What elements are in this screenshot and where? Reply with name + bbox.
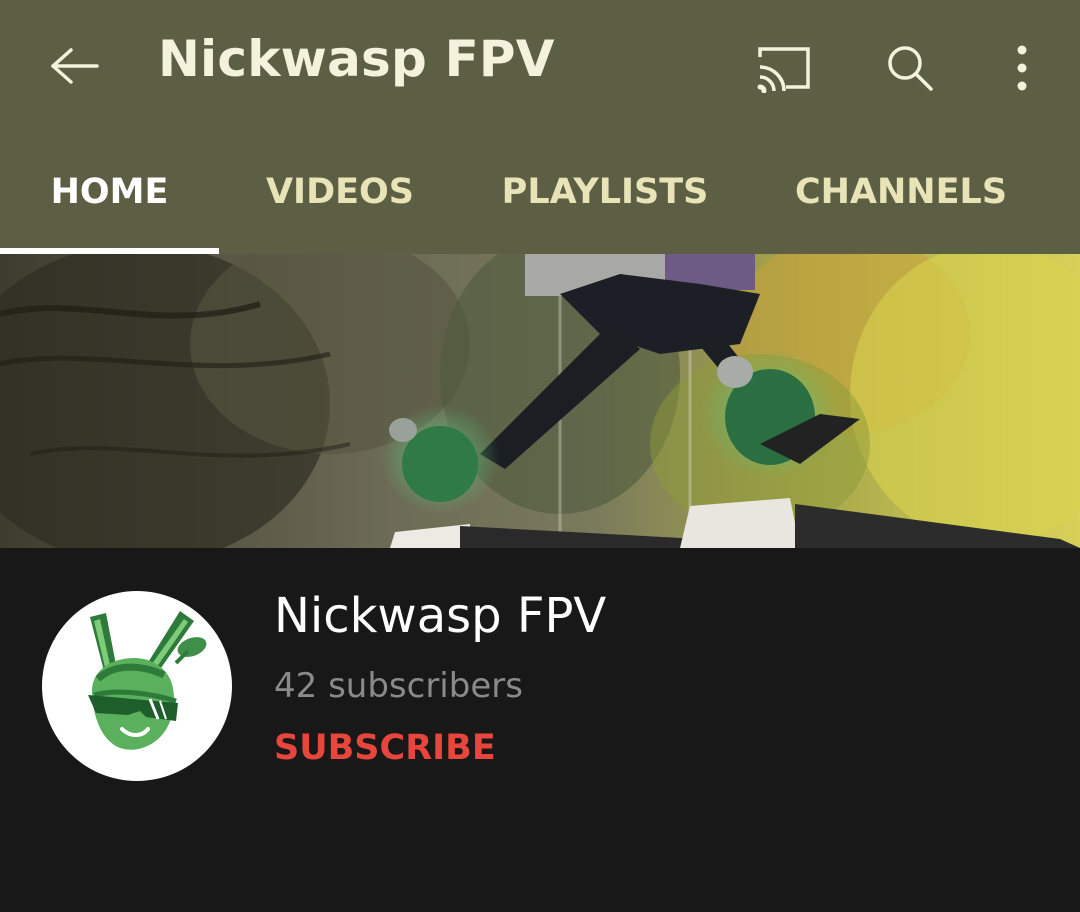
channel-name: Nickwasp FPV [274, 588, 607, 644]
channel-info: Nickwasp FPV 42 subscribers SUBSCRIBE [0, 548, 1080, 912]
search-button[interactable] [878, 36, 942, 100]
arrow-back-icon [51, 48, 99, 84]
channel-tabs: HOME VIDEOS PLAYLISTS CHANNELS [0, 130, 1080, 254]
more-options-button[interactable] [990, 36, 1054, 100]
cast-icon [757, 47, 810, 93]
app-bar: Nickwasp FPV HOME VIDEOS PLAYLISTS CHANN… [0, 0, 1080, 254]
subscribe-button[interactable]: SUBSCRIBE [274, 728, 496, 768]
search-icon [888, 46, 933, 91]
subscriber-count: 42 subscribers [274, 666, 523, 706]
tab-playlists[interactable]: PLAYLISTS [495, 130, 715, 254]
more-vert-icon [1017, 45, 1027, 91]
back-button[interactable] [40, 34, 110, 98]
tab-home[interactable]: HOME [0, 130, 219, 254]
channel-avatar[interactable] [42, 591, 232, 781]
channel-banner [0, 254, 1080, 548]
tab-channels[interactable]: CHANNELS [790, 130, 1012, 254]
channel-logo-icon [88, 611, 207, 750]
cast-button[interactable] [752, 36, 816, 100]
banner-image [0, 254, 1080, 548]
channel-title: Nickwasp FPV [158, 30, 555, 88]
tab-videos[interactable]: VIDEOS [245, 130, 435, 254]
